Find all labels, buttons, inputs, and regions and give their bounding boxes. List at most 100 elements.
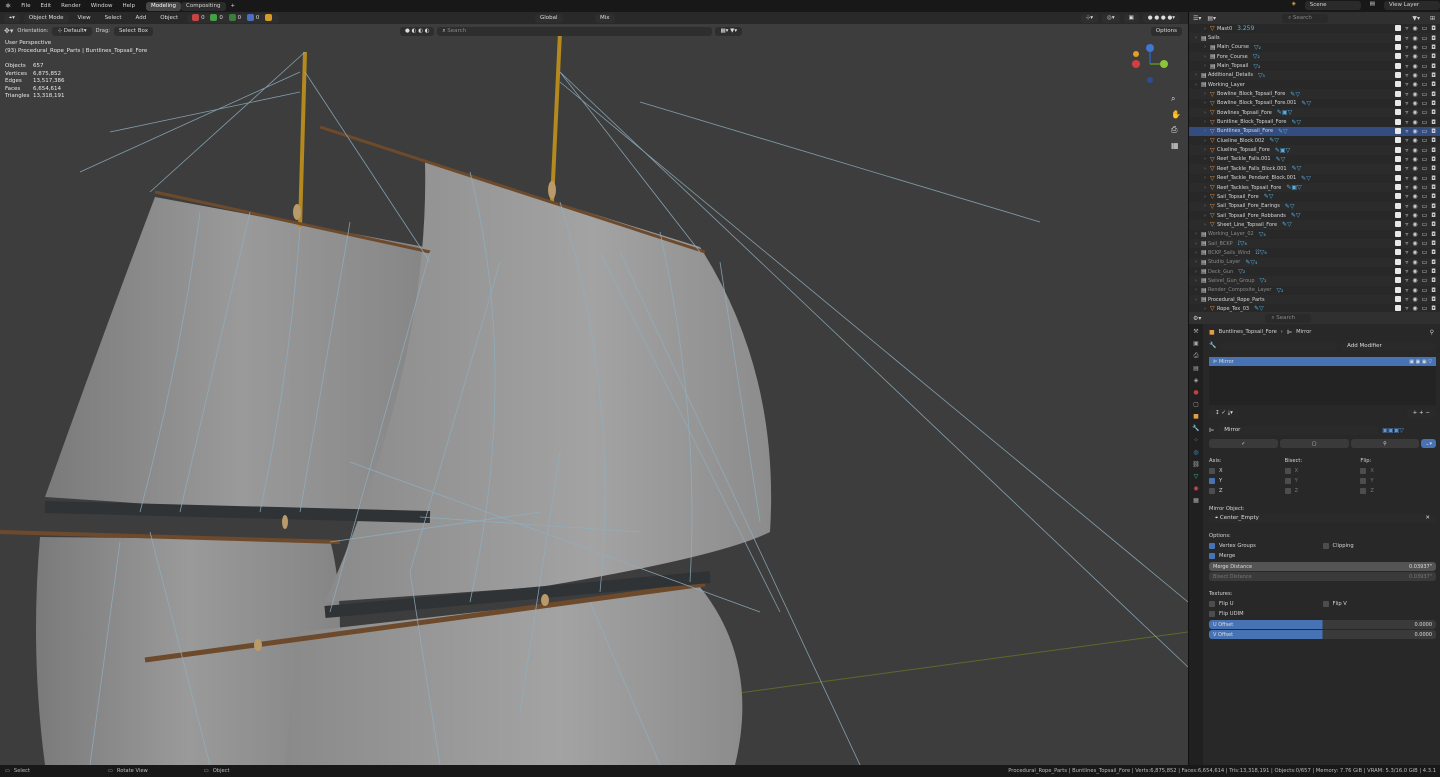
camera-icon[interactable]: ◘ <box>1431 184 1436 191</box>
output-tab-icon[interactable]: ⎙ <box>1194 352 1199 360</box>
merge-distance-field[interactable]: Merge Distance 0.03937" <box>1209 562 1436 571</box>
monitor-icon[interactable]: ▭ <box>1422 240 1428 247</box>
row-visibility-controls[interactable]: ▿ ◉ ▭ ◘ <box>1395 221 1436 228</box>
outliner-row[interactable]: › ▤ Studio_Layer ✎▽₄ ▿ ◉ ▭ ◘ <box>1189 257 1440 267</box>
selectable-arrow-icon[interactable]: ▿ <box>1405 91 1408 98</box>
axis-x[interactable]: X <box>1209 466 1285 476</box>
eye-icon[interactable]: ◉ <box>1412 203 1417 210</box>
selectable-arrow-icon[interactable]: ▿ <box>1405 35 1408 42</box>
row-visibility-controls[interactable]: ▿ ◉ ▭ ◘ <box>1395 118 1436 126</box>
move-buttons[interactable]: + + − <box>1406 409 1436 418</box>
outliner-row[interactable]: › ▽ Bowline_Block_Topsail_Fore ✎▽ ▿ ◉ ▭ ◘ <box>1189 89 1440 99</box>
camera-icon[interactable]: ◘ <box>1431 147 1436 154</box>
shading-modes-icon[interactable]: ● ● ● ●▾ <box>1142 13 1180 23</box>
exclude-checkbox[interactable] <box>1395 258 1402 265</box>
monitor-icon[interactable]: ▭ <box>1422 296 1428 303</box>
camera-icon[interactable]: ◘ <box>1431 193 1436 200</box>
camera-icon[interactable]: ◘ <box>1431 277 1436 284</box>
selectable-arrow-icon[interactable]: ▿ <box>1405 165 1408 172</box>
selectable-arrow-icon[interactable]: ▿ <box>1405 81 1408 88</box>
monitor-icon[interactable]: ▭ <box>1422 165 1428 172</box>
row-visibility-controls[interactable]: ▿ ◉ ▭ ◘ <box>1395 277 1436 284</box>
display-mode-icon[interactable]: ▤▾ <box>1207 15 1216 22</box>
transform-icon[interactable]: ✥▾ <box>4 27 13 35</box>
outliner-row[interactable]: › ▽ Bowline_Block_Topsail_Fore.001 ✎▽ ▿ ◉ ▭ ◘ <box>1189 99 1440 108</box>
exclude-checkbox[interactable] <box>1395 212 1402 219</box>
exclude-checkbox[interactable] <box>1395 305 1402 312</box>
selectable-arrow-icon[interactable]: ▿ <box>1405 100 1408 107</box>
row-visibility-controls[interactable]: ▿ ◉ ▭ ◘ <box>1395 296 1436 303</box>
outliner-row[interactable]: › ▤ Swivel_Gun_Group ▽₂ ▿ ◉ ▭ ◘ <box>1189 276 1440 286</box>
eye-icon[interactable]: ◉ <box>1412 231 1417 238</box>
exclude-checkbox[interactable] <box>1395 53 1402 60</box>
outliner-row[interactable]: › ▽ Buntlines_Topsail_Fore ✎▽ ▿ ◉ ▭ ◘ <box>1189 126 1440 137</box>
drag-dropdown[interactable]: Select Box <box>114 26 153 36</box>
selectable-arrow-icon[interactable]: ▿ <box>1405 268 1408 275</box>
row-visibility-controls[interactable]: ▿ ◉ ▭ ◘ <box>1395 62 1436 70</box>
row-visibility-controls[interactable]: ▿ ◉ ▭ ◘ <box>1395 193 1436 200</box>
texture-tab-icon[interactable]: ▦ <box>1193 497 1199 504</box>
modifier-tab-icon[interactable]: 🔧 <box>1192 425 1199 432</box>
particles-tab-icon[interactable]: ⁘ <box>1193 437 1198 444</box>
selectable-arrow-icon[interactable]: ▿ <box>1405 128 1408 135</box>
exclude-checkbox[interactable] <box>1395 240 1402 247</box>
physics-tab-icon[interactable]: ◎ <box>1193 449 1198 456</box>
gizmo-toggle-icon[interactable]: ⊹▾ <box>1080 13 1099 23</box>
menu-select[interactable]: Select <box>100 14 127 23</box>
camera-icon[interactable]: ◘ <box>1431 296 1436 303</box>
selectable-arrow-icon[interactable]: ▿ <box>1405 240 1408 247</box>
outliner-row[interactable]: › ▤ Render_Composite_Layer ▽₂ ▿ ◉ ▭ ◘ <box>1189 286 1440 295</box>
camera-icon[interactable]: ◘ <box>1431 137 1436 144</box>
modifier-visibility-icons[interactable]: ▣ ▣ ▣ ▽ <box>1409 359 1432 365</box>
camera-icon[interactable]: ◘ <box>1431 91 1436 98</box>
outliner-row[interactable]: › ▤ Fore_Course ▽₂ ▿ ◉ ▭ ◘ <box>1189 52 1440 62</box>
monitor-icon[interactable]: ▭ <box>1422 147 1428 154</box>
eye-icon[interactable]: ◉ <box>1412 44 1417 51</box>
scene-icon[interactable]: ◈ <box>1287 1 1301 10</box>
outliner-row[interactable]: › ▤ BCKP_Sails_Wind ⟟⟟▽₆ ▿ ◉ ▭ ◘ <box>1189 248 1440 257</box>
row-visibility-controls[interactable]: ▿ ◉ ▭ ◘ <box>1395 99 1436 107</box>
eye-icon[interactable]: ◉ <box>1412 25 1417 32</box>
camera-icon[interactable]: ◘ <box>1431 221 1436 228</box>
flip-udim-option[interactable]: Flip UDIM <box>1209 609 1436 619</box>
exclude-checkbox[interactable] <box>1395 43 1402 50</box>
new-collection-icon[interactable]: ⊞ <box>1430 15 1435 22</box>
filter-icon[interactable]: ▦▾ ▼▾ <box>715 26 743 36</box>
mirror-object-field[interactable]: ⌖ Center_Empty ✕ <box>1209 514 1436 523</box>
outliner-row[interactable]: › ▽ Sail_Topsail_Fore_Robbands ✎▽ ▿ ◉ ▭ ◘ <box>1189 211 1440 220</box>
modifier-display-toggles[interactable]: ▣▣▣▽ <box>1382 427 1404 434</box>
filter-icon[interactable]: ▼▾ <box>1412 15 1420 22</box>
snap-mix[interactable]: Mix <box>595 13 615 23</box>
exclude-checkbox[interactable] <box>1395 165 1402 172</box>
bisect-distance-field[interactable]: Bisect Distance 0.03937" <box>1209 572 1436 581</box>
eye-icon[interactable]: ◉ <box>1412 259 1417 266</box>
selectable-arrow-icon[interactable]: ▿ <box>1405 249 1408 256</box>
outliner-row[interactable]: › ▽ Clueline_Block.002 ✎▽ ▿ ◉ ▭ ◘ <box>1189 136 1440 145</box>
camera-icon[interactable]: ◘ <box>1431 212 1436 219</box>
camera-icon[interactable]: ◘ <box>1431 268 1436 275</box>
outliner-row[interactable]: › ▽ Rope_Tex_03 ✎▽ ▿ ◉ ▭ ◘ <box>1189 304 1440 312</box>
eye-icon[interactable]: ◉ <box>1412 165 1417 172</box>
vertex-groups-option[interactable]: Vertex Groups <box>1209 541 1323 551</box>
scene-tab-icon[interactable]: ◈ <box>1194 377 1199 384</box>
checkbox[interactable] <box>1209 610 1215 617</box>
camera-icon[interactable]: ◘ <box>1431 128 1436 135</box>
outliner-row[interactable]: › ▽ Reef_Tackle_Pendant_Block.001 ✎▽ ▿ ◉ ▭ ◘ <box>1189 174 1440 183</box>
selectable-arrow-icon[interactable]: ▿ <box>1405 277 1408 284</box>
editor-type-icon[interactable]: ⌖▾ <box>4 13 20 23</box>
monitor-icon[interactable]: ▭ <box>1422 259 1428 266</box>
monitor-icon[interactable]: ▭ <box>1422 91 1428 98</box>
monitor-icon[interactable]: ▭ <box>1422 100 1428 107</box>
apply-check-button[interactable]: ✓ <box>1209 439 1278 448</box>
outliner-row[interactable]: › ▤ Sails ▿ ◉ ▭ ◘ <box>1189 33 1440 43</box>
row-visibility-controls[interactable]: ▿ ◉ ▭ ◘ <box>1395 53 1436 60</box>
exclude-checkbox[interactable] <box>1395 81 1402 88</box>
monitor-icon[interactable]: ▭ <box>1422 221 1428 228</box>
row-visibility-controls[interactable]: ▿ ◉ ▭ ◘ <box>1395 212 1436 219</box>
camera-icon[interactable]: ◘ <box>1431 231 1436 238</box>
row-visibility-controls[interactable]: ▿ ◉ ▭ ◘ <box>1395 137 1436 144</box>
exclude-checkbox[interactable] <box>1395 286 1402 293</box>
row-visibility-controls[interactable]: ▿ ◉ ▭ ◘ <box>1395 165 1436 172</box>
camera-icon[interactable]: ◘ <box>1431 25 1436 32</box>
options-dropdown[interactable]: Options <box>1150 26 1182 36</box>
